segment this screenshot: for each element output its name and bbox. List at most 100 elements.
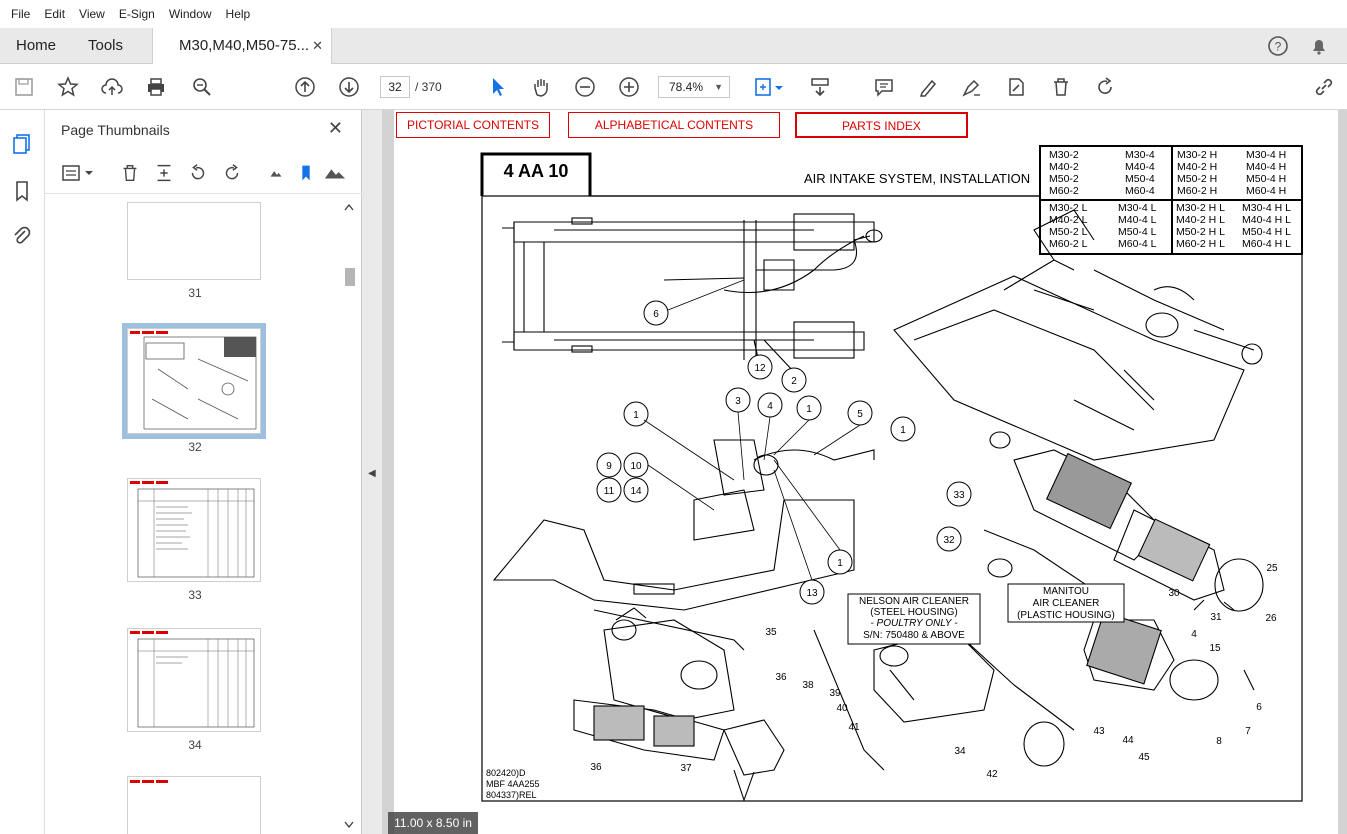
panel-collapse-handle[interactable]: ◀ (362, 110, 382, 834)
model-cell: M30-2 H L (1176, 202, 1225, 214)
menu-edit[interactable]: Edit (37, 7, 72, 21)
fit-options-chevron-icon[interactable] (772, 75, 786, 99)
thumbnail-label: 34 (188, 738, 202, 752)
rotate-left-icon[interactable] (187, 162, 209, 184)
section-title: AIR INTAKE SYSTEM, INSTALLATION (804, 171, 1030, 186)
section-code-box (480, 152, 592, 196)
menu-view[interactable]: View (72, 7, 112, 21)
close-panel-icon[interactable]: ✕ (328, 118, 343, 139)
tab-document[interactable]: M30,M40,M50-75... ✕ (152, 28, 332, 65)
hand-tool-icon[interactable] (529, 75, 553, 99)
model-cell: M40-2 L (1049, 214, 1088, 226)
nelson-cleaner-parts (573, 607, 1075, 802)
svg-text:AIR CLEANER: AIR CLEANER (1033, 598, 1100, 609)
svg-text:11: 11 (604, 486, 615, 497)
svg-text:9: 9 (606, 461, 612, 472)
tab-home[interactable]: Home (16, 28, 56, 64)
menu-esign[interactable]: E-Sign (112, 7, 162, 21)
scroll-up-icon[interactable] (342, 202, 356, 212)
model-cell: M40-2 H L (1176, 214, 1225, 226)
model-cell: M30-4 H (1246, 149, 1286, 161)
toolbar: 32 / 370 78.4% ▼ (0, 64, 1347, 110)
thumbnail-page-35[interactable] (127, 776, 261, 834)
left-rail (0, 110, 45, 834)
print-icon[interactable] (144, 75, 168, 99)
bracket-assembly (492, 439, 875, 611)
zoom-level-select[interactable]: 78.4% ▼ (658, 76, 730, 98)
menu-file[interactable]: File (4, 7, 37, 21)
zoom-search-icon[interactable] (190, 75, 214, 99)
previous-page-icon[interactable] (293, 75, 317, 99)
frame-assembly-top (502, 213, 883, 373)
svg-text:7: 7 (1245, 726, 1251, 737)
model-cell: M60-4 H L (1242, 238, 1291, 250)
highlight-pen-icon[interactable] (916, 75, 940, 99)
svg-text:3: 3 (735, 396, 741, 407)
manitou-label: MANITOU AIR CLEANER (PLASTIC HOUSING) (1017, 586, 1115, 621)
bookmark-marker-icon[interactable] (295, 162, 317, 184)
menu-help[interactable]: Help (219, 7, 258, 21)
zoom-out-icon[interactable] (573, 75, 597, 99)
insert-page-icon[interactable] (153, 162, 175, 184)
select-cursor-icon[interactable] (486, 75, 510, 99)
small-thumbnails-icon[interactable] (265, 162, 287, 184)
thumbnail-page-34[interactable] (127, 628, 261, 732)
thumbnails-scrollbar[interactable] (342, 198, 356, 834)
tab-tools[interactable]: Tools (88, 28, 123, 64)
zoom-in-icon[interactable] (617, 75, 641, 99)
scroll-down-icon[interactable] (342, 820, 356, 830)
thumbnail-drawing (130, 780, 168, 783)
pictorial-contents-link[interactable]: PICTORIAL CONTENTS (396, 112, 550, 138)
comment-icon[interactable] (872, 75, 896, 99)
thumbnail-page-31[interactable] (127, 202, 261, 280)
svg-text:4: 4 (1191, 629, 1197, 640)
alphabetical-contents-link[interactable]: ALPHABETICAL CONTENTS (568, 112, 780, 138)
close-icon[interactable]: ✕ (312, 28, 323, 64)
bookmark-icon[interactable] (10, 179, 34, 203)
scroll-mode-icon[interactable] (808, 75, 832, 99)
svg-text:10: 10 (630, 461, 642, 472)
help-icon[interactable]: ? (1266, 34, 1290, 58)
link-icon[interactable] (1312, 75, 1336, 99)
model-cell: M40-4 H (1246, 161, 1286, 173)
trash-icon[interactable] (1049, 75, 1073, 99)
thumbnail-label: 33 (188, 588, 202, 602)
edit-document-icon[interactable] (1004, 75, 1028, 99)
thumbnail-label: 32 (188, 440, 202, 454)
parts-diagram: 4 AA 10 AIR INTAKE SYSTEM, INSTALLATION … (480, 145, 1303, 802)
svg-text:5: 5 (857, 409, 863, 420)
svg-text:?: ? (1275, 40, 1282, 54)
redo-icon[interactable] (1093, 75, 1117, 99)
scrollbar-thumb[interactable] (345, 268, 355, 286)
delete-page-icon[interactable] (119, 162, 141, 184)
bell-icon[interactable] (1307, 34, 1331, 58)
menu-window[interactable]: Window (162, 7, 219, 21)
footer-references: 802420)D MBF 4AA255 804337)REL (486, 768, 540, 800)
diagram-frame (481, 195, 1303, 802)
thumbnail-options-icon[interactable] (61, 162, 97, 184)
model-cell: M50-2 L (1049, 226, 1088, 238)
thumbnail-page-33[interactable] (127, 478, 261, 582)
rotate-right-icon[interactable] (221, 162, 243, 184)
attachment-icon[interactable] (10, 224, 34, 248)
manitou-label-box (1007, 583, 1125, 623)
pages-icon[interactable] (10, 132, 34, 156)
svg-text:804337)REL: 804337)REL (486, 790, 537, 800)
sign-pen-icon[interactable] (960, 75, 984, 99)
model-table (1039, 145, 1303, 255)
model-cell: M50-2 H L (1176, 226, 1225, 238)
save-icon[interactable] (12, 75, 36, 99)
star-icon[interactable] (56, 75, 80, 99)
svg-text:13: 13 (806, 588, 818, 599)
svg-text:2: 2 (791, 376, 797, 387)
page-number-input[interactable]: 32 (380, 76, 410, 98)
large-thumbnails-icon[interactable] (322, 162, 348, 184)
svg-text:(STEEL HOUSING): (STEEL HOUSING) (870, 607, 957, 618)
thumbnail-page-32[interactable] (122, 323, 266, 439)
leader-lines (643, 279, 861, 581)
parts-index-link[interactable]: PARTS INDEX (795, 112, 968, 138)
manitou-cleaner-parts (983, 431, 1264, 701)
thumbnail-drawing (130, 631, 255, 728)
upload-cloud-icon[interactable] (100, 75, 124, 99)
next-page-icon[interactable] (337, 75, 361, 99)
